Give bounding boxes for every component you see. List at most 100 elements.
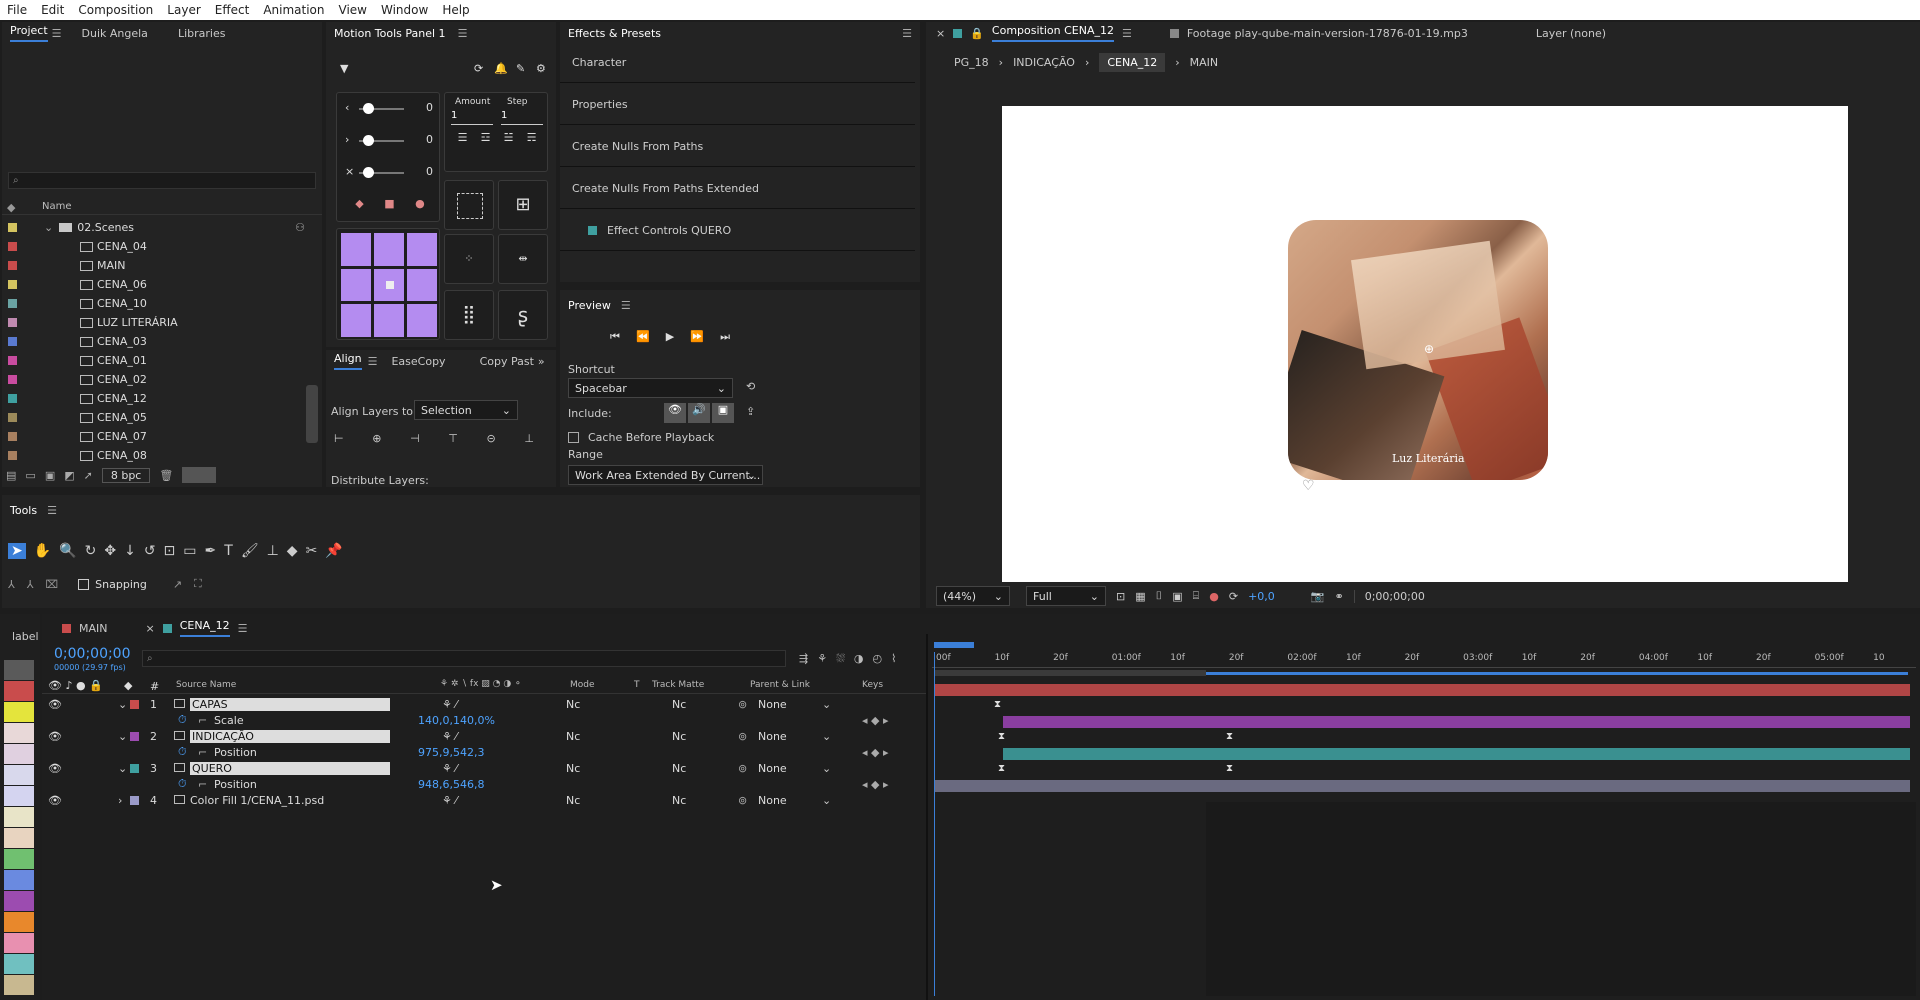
puppet-tool-icon[interactable]: 📌 <box>325 543 342 559</box>
lock-icon[interactable]: 🔒 <box>970 27 984 40</box>
tab-align[interactable]: Align <box>334 352 362 370</box>
property-value[interactable]: 948,6,546,8 <box>418 778 484 791</box>
mode-dropdown[interactable]: Nc <box>566 730 580 743</box>
layer-row[interactable]: 👁 ⌄ 2 INDICAÇÃO ⚘ ⁄ Nc Nc ⊚ None ⌄ <box>42 728 926 744</box>
cache-checkbox[interactable] <box>568 432 579 443</box>
label-color-swatch[interactable] <box>4 975 34 995</box>
project-item[interactable]: CENA_10 <box>2 294 307 313</box>
project-item[interactable]: LUZ LITERÁRIA <box>2 313 307 332</box>
keyframe-marker[interactable]: ⧗ <box>994 699 1001 710</box>
effect-item-create-nulls-extended[interactable]: Create Nulls From Paths Extended <box>560 169 915 209</box>
mode-dropdown[interactable]: Nc <box>566 698 580 711</box>
panel-menu-icon[interactable]: ☰ <box>47 504 57 517</box>
tab-composition-cena12[interactable]: Composition CENA_12 <box>991 24 1114 42</box>
layer-color-chip[interactable] <box>130 764 139 773</box>
export-icon[interactable]: ⇪ <box>746 405 755 418</box>
anchor-point-cell[interactable] <box>341 304 371 337</box>
eye-icon[interactable]: 👁 <box>48 794 62 807</box>
align-bottom-icon[interactable]: ⊥ <box>524 432 534 450</box>
project-scrollbar[interactable] <box>306 385 318 443</box>
shy-icon[interactable]: ⛆ <box>836 652 845 668</box>
layer-switches[interactable]: ⚘ ⁄ <box>442 698 457 711</box>
keyframe-marker[interactable]: ⧗ <box>1226 731 1233 742</box>
parent-pickwhip-icon[interactable]: ⊚ <box>738 730 747 743</box>
parent-pickwhip-icon[interactable]: ⊚ <box>738 794 747 807</box>
project-item[interactable]: CENA_05 <box>2 408 307 427</box>
include-audio-icon[interactable]: 🔊 <box>688 403 710 423</box>
project-item[interactable]: CENA_12 <box>2 389 307 408</box>
anchor-point-cell[interactable] <box>374 304 404 337</box>
keyframe-marker[interactable]: ⧗ <box>998 731 1005 742</box>
distribute-c-icon[interactable]: ☱ <box>504 131 514 147</box>
track-matte-dropdown[interactable]: Nc <box>672 794 686 807</box>
eraser-tool-icon[interactable]: ◆ <box>287 543 298 559</box>
menu-window[interactable]: Window <box>374 3 435 17</box>
layer-switches[interactable]: ⚘ ⁄ <box>442 794 457 807</box>
label-color-swatch[interactable] <box>4 660 34 680</box>
layer-switches[interactable]: ⚘ ⁄ <box>442 762 457 775</box>
layer-color-chip[interactable] <box>130 796 139 805</box>
exposure-value[interactable]: +0,0 <box>1248 590 1275 603</box>
breadcrumb-cena12[interactable]: CENA_12 <box>1099 52 1166 72</box>
snap-features-icon[interactable]: ⛶ <box>194 577 202 591</box>
label-chip[interactable] <box>8 261 17 270</box>
include-overlay-icon[interactable]: ▣ <box>712 403 734 423</box>
new-folder-icon[interactable]: ▭ <box>25 469 35 482</box>
comp-timecode[interactable]: 0;00;00;00 <box>1353 589 1425 603</box>
effect-item-effect-controls[interactable]: Effect Controls QUERO <box>560 211 915 251</box>
range-dropdown[interactable]: Work Area Extended By Current... ⌄ <box>568 465 763 485</box>
search-input[interactable]: ⌕ <box>8 172 316 189</box>
label-color-swatch[interactable] <box>4 912 34 932</box>
panel-menu-icon[interactable]: ☰ <box>238 622 248 635</box>
mirror-button[interactable]: ⇹ <box>498 234 548 284</box>
parent-pickwhip-icon[interactable]: ⊚ <box>738 762 747 775</box>
grid-dots-button[interactable]: ⣿ <box>444 290 494 340</box>
resolution-dropdown[interactable]: Full ⌄ <box>1026 586 1106 606</box>
amount-input[interactable]: 1 <box>451 110 493 125</box>
label-color-swatch[interactable] <box>4 681 34 701</box>
layer-name[interactable]: QUERO <box>190 761 390 775</box>
keyframe-marker[interactable]: ⧗ <box>1226 763 1233 774</box>
label-color-swatch[interactable] <box>4 870 34 890</box>
effect-item-properties[interactable]: Properties <box>560 85 915 125</box>
transparency-icon[interactable]: ▦ <box>1135 590 1145 603</box>
label-chip[interactable] <box>8 299 17 308</box>
close-icon[interactable]: × <box>936 27 945 40</box>
align-left-icon[interactable]: ⊢ <box>334 432 344 450</box>
flowchart-icon[interactable]: ⚇ <box>295 221 305 234</box>
collapse-chevron-icon[interactable]: ⌄ <box>118 762 127 775</box>
show-snapshot-icon[interactable]: ⚭ <box>1335 590 1344 603</box>
guides-icon[interactable]: ▣ <box>1172 590 1182 603</box>
panel-menu-icon[interactable]: ☰ <box>1122 27 1132 40</box>
menu-edit[interactable]: Edit <box>34 3 71 17</box>
track-matte-dropdown[interactable]: Nc <box>672 730 686 743</box>
comp-viewer[interactable]: ⊕ Luz Literária ♡ <box>1002 106 1848 582</box>
label-chip[interactable] <box>8 394 17 403</box>
orbit-tool-icon[interactable]: ↻ <box>85 543 97 559</box>
anchor-tool-icon[interactable]: ⊡ <box>164 543 176 559</box>
align-vcenter-icon[interactable]: ⊝ <box>487 432 496 450</box>
stopwatch-icon[interactable]: ⏱ <box>178 745 187 759</box>
camera-icon[interactable]: 📷 <box>1311 590 1325 603</box>
roto-tool-icon[interactable]: ✂ <box>306 543 318 559</box>
graph-editor-icon[interactable]: ⌇ <box>891 652 896 668</box>
label-color-swatch[interactable] <box>4 954 34 974</box>
label-color-swatch[interactable] <box>4 807 34 827</box>
region-icon[interactable]: ⌸ <box>1193 589 1200 603</box>
stopwatch-icon[interactable]: ⏱ <box>178 713 187 727</box>
gear-icon[interactable]: ⚙ <box>536 62 546 75</box>
track-matte-dropdown[interactable]: Nc <box>672 698 686 711</box>
first-frame-icon[interactable]: ⏮ <box>610 330 620 346</box>
pen-tool-icon[interactable]: ✒ <box>205 543 217 559</box>
tab-cena12[interactable]: CENA_12 <box>179 619 230 637</box>
layer-bar[interactable] <box>1002 748 1910 760</box>
collapse-chevron-icon[interactable]: ⌄ <box>118 698 127 711</box>
label-chip[interactable] <box>8 432 17 441</box>
project-item[interactable]: CENA_01 <box>2 351 307 370</box>
layer-name[interactable]: Color Fill 1/CENA_11.psd <box>190 794 324 807</box>
axis-local-icon[interactable]: ⅄ <box>8 578 15 591</box>
menu-animation[interactable]: Animation <box>256 3 331 17</box>
play-icon[interactable]: ▶ <box>666 330 674 346</box>
label-chip[interactable] <box>8 318 17 327</box>
work-area-bar[interactable] <box>934 642 974 648</box>
